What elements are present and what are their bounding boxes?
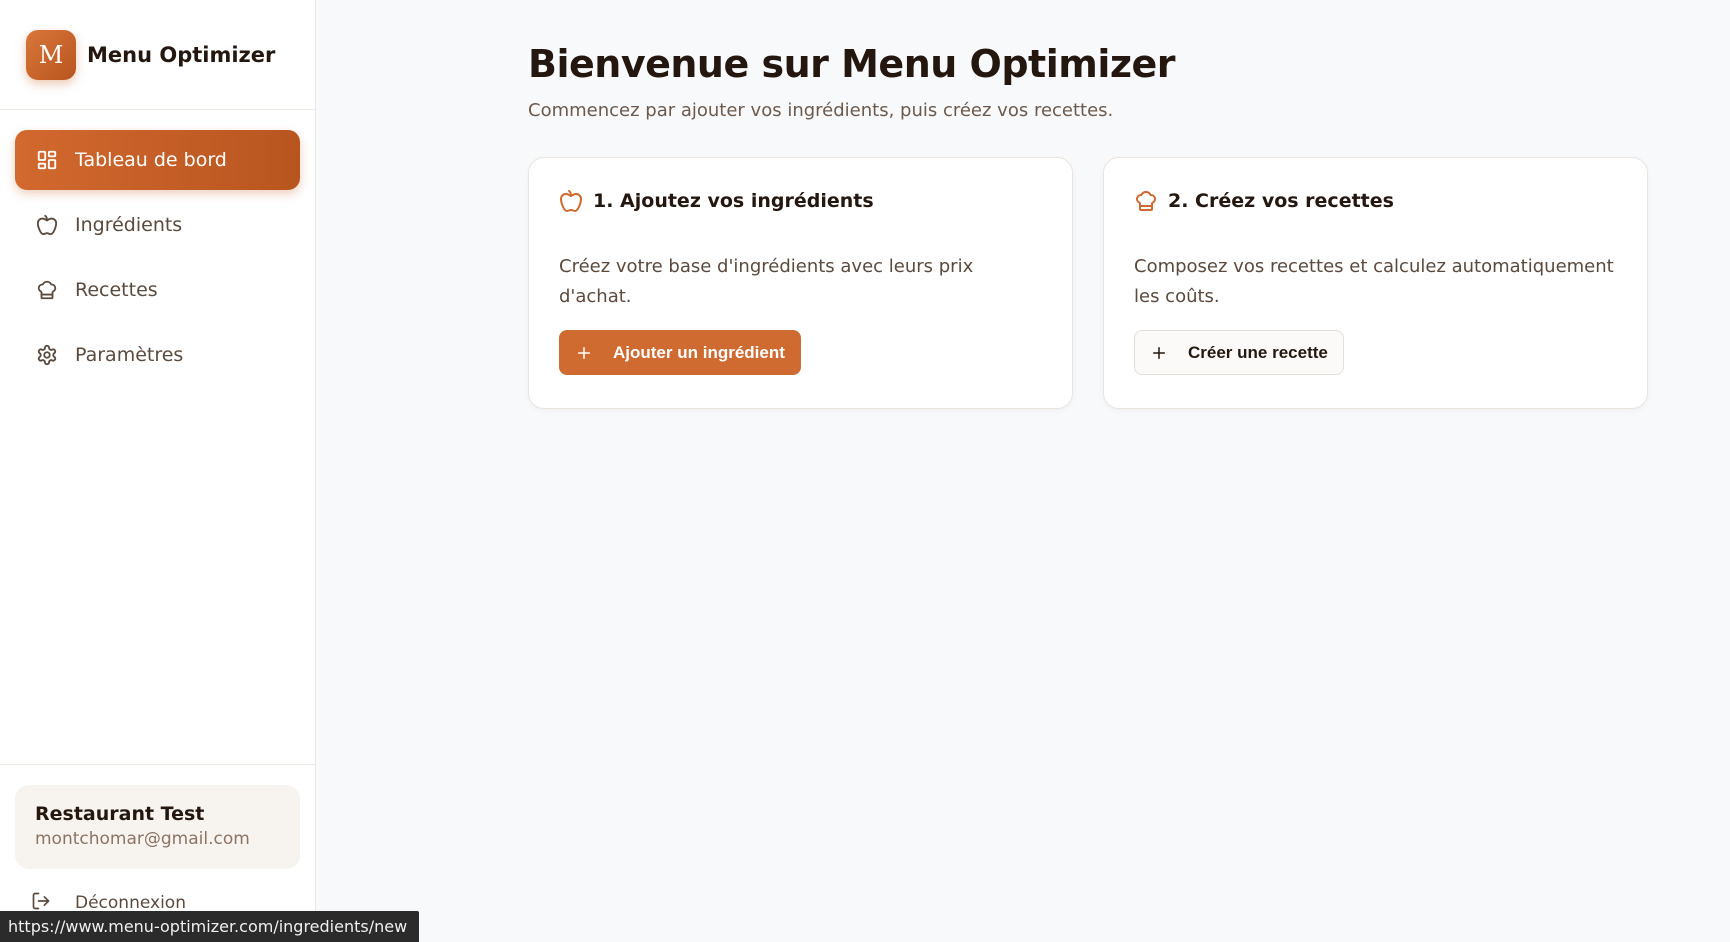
- status-bar-url: https://www.menu-optimizer.com/ingredien…: [0, 911, 420, 942]
- sidebar-item-label: Recettes: [75, 279, 158, 301]
- sidebar-item-ingredients[interactable]: Ingrédients: [15, 195, 300, 255]
- sidebar-item-label: Ingrédients: [75, 214, 183, 236]
- apple-icon: [559, 188, 585, 214]
- sidebar-item-dashboard[interactable]: Tableau de bord: [15, 130, 300, 190]
- sidebar-item-label: Paramètres: [75, 344, 184, 366]
- main-content: Bienvenue sur Menu Optimizer Commencez p…: [528, 0, 1730, 409]
- recipes-card: 2. Créez vos recettes Composez vos recet…: [1103, 157, 1648, 409]
- page-subtitle: Commencez par ajouter vos ingrédients, p…: [528, 100, 1114, 121]
- button-label: Ajouter un ingrédient: [613, 342, 785, 362]
- sidebar-item-settings[interactable]: Paramètres: [15, 325, 300, 385]
- brand-name: Menu Optimizer: [87, 42, 276, 67]
- button-label: Créer une recette: [1188, 342, 1328, 362]
- chef-hat-icon: [1134, 188, 1160, 214]
- plus-icon: [575, 343, 595, 363]
- onboarding-cards: 1. Ajoutez vos ingrédients Créez votre b…: [528, 157, 1730, 409]
- card-description: Créez votre base d'ingrédients avec leur…: [559, 256, 974, 307]
- chef-hat-icon: [35, 278, 59, 302]
- brand[interactable]: M Menu Optimizer: [0, 0, 315, 110]
- create-recipe-button[interactable]: Créer une recette: [1134, 330, 1344, 375]
- ingredients-card: 1. Ajoutez vos ingrédients Créez votre b…: [528, 157, 1073, 409]
- add-ingredient-button[interactable]: Ajouter un ingrédient: [559, 330, 801, 375]
- user-email: montchomar@gmail.com: [35, 829, 250, 849]
- sidebar: M Menu Optimizer Tableau de bord Ingrédi…: [0, 0, 316, 942]
- dashboard-icon: [35, 148, 59, 172]
- card-title: 2. Créez vos recettes: [1168, 190, 1394, 212]
- logo: M: [26, 29, 76, 80]
- user-card: Restaurant Test montchomar@gmail.com: [15, 785, 300, 869]
- sidebar-item-label: Tableau de bord: [75, 149, 227, 171]
- logout-label: Déconnexion: [75, 893, 186, 913]
- card-description: Composez vos recettes et calculez automa…: [1134, 256, 1614, 307]
- gear-icon: [35, 343, 59, 367]
- sidebar-item-recipes[interactable]: Recettes: [15, 260, 300, 320]
- card-title: 1. Ajoutez vos ingrédients: [593, 190, 874, 212]
- plus-icon: [1150, 343, 1170, 363]
- page-title: Bienvenue sur Menu Optimizer: [528, 42, 1175, 86]
- sidebar-nav: Tableau de bord Ingrédients Recettes Par…: [0, 110, 315, 385]
- apple-icon: [35, 213, 59, 237]
- user-name: Restaurant Test: [35, 803, 205, 825]
